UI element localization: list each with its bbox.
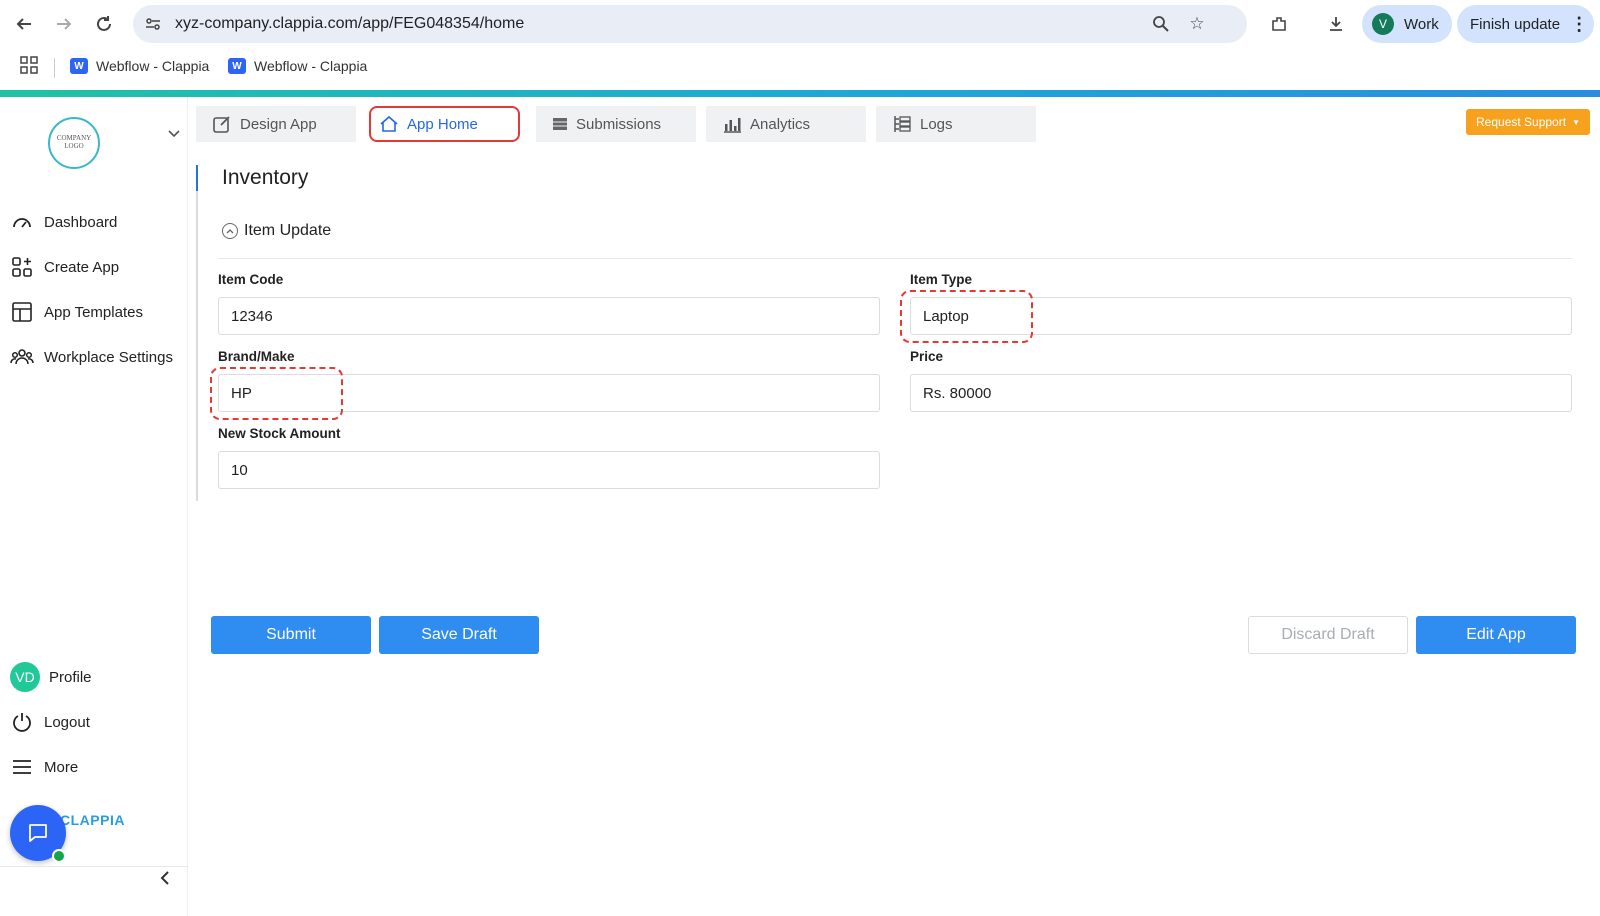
content-left-rule bbox=[196, 165, 198, 501]
section-divider bbox=[218, 258, 1572, 259]
sidebar-item-label: Profile bbox=[49, 668, 92, 686]
clappia-brand: CLAPPIA bbox=[60, 812, 125, 828]
tab-label: Design App bbox=[240, 115, 317, 133]
kebab-menu-icon[interactable]: ⋮ bbox=[1570, 14, 1588, 35]
sidebar-item-create-app[interactable]: Create App bbox=[10, 255, 119, 279]
collapse-sidebar-icon[interactable] bbox=[158, 867, 172, 893]
chat-icon bbox=[29, 824, 47, 842]
sidebar-item-more[interactable]: More bbox=[10, 755, 78, 779]
edit-app-button[interactable]: Edit App bbox=[1416, 616, 1576, 654]
avatar: VD bbox=[10, 662, 40, 692]
request-support-label: Request Support bbox=[1476, 115, 1567, 129]
sidebar-item-profile[interactable]: VD Profile bbox=[10, 662, 92, 692]
sidebar-item-label: Create App bbox=[44, 258, 120, 276]
section-toggle-item-update[interactable]: Item Update bbox=[222, 222, 331, 240]
sidebar-item-workplace-settings[interactable]: Workplace Settings bbox=[10, 345, 173, 369]
profile-avatar: V bbox=[1372, 13, 1394, 35]
caret-down-icon: ▼ bbox=[1572, 117, 1580, 127]
chevron-up-circle-icon bbox=[222, 223, 238, 239]
profile-label: Work bbox=[1404, 15, 1439, 33]
item-type-input[interactable]: Laptop bbox=[910, 297, 1572, 335]
content-active-indicator bbox=[196, 165, 198, 191]
browser-toolbar: xyz-company.clappia.com/app/FEG048354/ho… bbox=[0, 0, 1600, 48]
tab-label: Analytics bbox=[750, 115, 811, 133]
online-status-dot bbox=[52, 849, 66, 863]
tab-label: Submissions bbox=[576, 115, 662, 133]
sidebar-item-label: Logout bbox=[44, 713, 90, 731]
address-bar[interactable]: xyz-company.clappia.com/app/FEG048354/ho… bbox=[133, 5, 1247, 43]
tab-logs[interactable]: Logs bbox=[876, 106, 1036, 142]
submit-button[interactable]: Submit bbox=[211, 616, 371, 654]
sidebar-item-label: Workplace Settings bbox=[44, 348, 173, 366]
item-code-input[interactable]: 12346 bbox=[218, 297, 880, 335]
company-logo[interactable]: COMPANY LOGO bbox=[48, 117, 100, 169]
apps-grid-icon[interactable] bbox=[20, 56, 38, 74]
chevron-down-icon[interactable] bbox=[168, 127, 180, 141]
webflow-logo-icon: W bbox=[70, 58, 88, 74]
item-code-label: Item Code bbox=[218, 272, 284, 287]
reload-icon[interactable] bbox=[90, 10, 118, 38]
tab-label: App Home bbox=[407, 115, 478, 133]
download-icon[interactable] bbox=[1322, 10, 1350, 38]
site-settings-icon[interactable] bbox=[143, 14, 163, 34]
hamburger-menu-icon bbox=[10, 755, 34, 779]
zoom-icon[interactable] bbox=[1151, 14, 1171, 34]
webflow-logo-icon: W bbox=[228, 58, 246, 74]
tab-app-home[interactable]: App Home bbox=[369, 106, 520, 142]
bookmarks-divider bbox=[54, 58, 55, 78]
sidebar-item-label: App Templates bbox=[44, 303, 143, 321]
sidebar-item-label: Dashboard bbox=[44, 213, 118, 231]
tab-design-app[interactable]: Design App bbox=[196, 106, 356, 142]
sidebar-item-app-templates[interactable]: App Templates bbox=[10, 300, 143, 324]
bookmark-webflow-1[interactable]: W Webflow - Clappia bbox=[70, 58, 209, 74]
table-icon bbox=[552, 116, 568, 132]
sidebar-item-label: More bbox=[44, 758, 79, 776]
finish-update-label: Finish update bbox=[1470, 15, 1561, 33]
grid-plus-icon bbox=[10, 255, 34, 279]
company-logo-text: COMPANY LOGO bbox=[56, 134, 92, 150]
price-input[interactable]: Rs. 80000 bbox=[910, 374, 1572, 412]
tab-submissions[interactable]: Submissions bbox=[536, 106, 696, 142]
tab-analytics[interactable]: Analytics bbox=[706, 106, 866, 142]
bookmarks-bar: W Webflow - Clappia W Webflow - Clappia bbox=[0, 48, 1600, 90]
forward-icon[interactable] bbox=[50, 10, 78, 38]
finish-update-button[interactable]: Finish update ⋮ bbox=[1457, 5, 1594, 43]
people-icon bbox=[10, 345, 34, 369]
power-icon bbox=[10, 710, 34, 734]
home-icon bbox=[379, 114, 399, 134]
back-icon[interactable] bbox=[10, 10, 38, 38]
brand-make-input[interactable]: HP bbox=[218, 374, 880, 412]
tab-label: Logs bbox=[920, 115, 953, 133]
bookmark-star-icon[interactable]: ☆ bbox=[1187, 14, 1207, 34]
sidebar-item-dashboard[interactable]: Dashboard bbox=[10, 210, 117, 234]
section-title: Item Update bbox=[244, 222, 332, 239]
request-support-button[interactable]: Request Support ▼ bbox=[1466, 109, 1590, 135]
brand-make-label: Brand/Make bbox=[218, 349, 295, 364]
extensions-icon[interactable] bbox=[1265, 10, 1293, 38]
sidebar-item-logout[interactable]: Logout bbox=[10, 710, 90, 734]
bookmark-label: Webflow - Clappia bbox=[254, 58, 368, 74]
sidebar: COMPANY LOGO Dashboard Create App App Te… bbox=[0, 97, 188, 916]
edit-icon bbox=[212, 114, 232, 134]
page-title: Inventory bbox=[222, 166, 309, 189]
app-gradient-bar bbox=[0, 90, 1600, 97]
profile-chip[interactable]: V Work bbox=[1362, 5, 1452, 43]
new-stock-amount-label: New Stock Amount bbox=[218, 426, 341, 441]
bookmark-webflow-2[interactable]: W Webflow - Clappia bbox=[228, 58, 367, 74]
template-icon bbox=[10, 300, 34, 324]
discard-draft-button[interactable]: Discard Draft bbox=[1248, 616, 1408, 654]
bar-chart-icon bbox=[722, 115, 742, 133]
price-label: Price bbox=[910, 349, 944, 364]
url-text: xyz-company.clappia.com/app/FEG048354/ho… bbox=[175, 15, 525, 32]
gauge-icon bbox=[10, 210, 34, 234]
item-type-label: Item Type bbox=[910, 272, 973, 287]
logs-icon bbox=[892, 114, 912, 134]
bookmark-label: Webflow - Clappia bbox=[96, 58, 210, 74]
save-draft-button[interactable]: Save Draft bbox=[379, 616, 539, 654]
new-stock-amount-input[interactable]: 10 bbox=[218, 451, 880, 489]
